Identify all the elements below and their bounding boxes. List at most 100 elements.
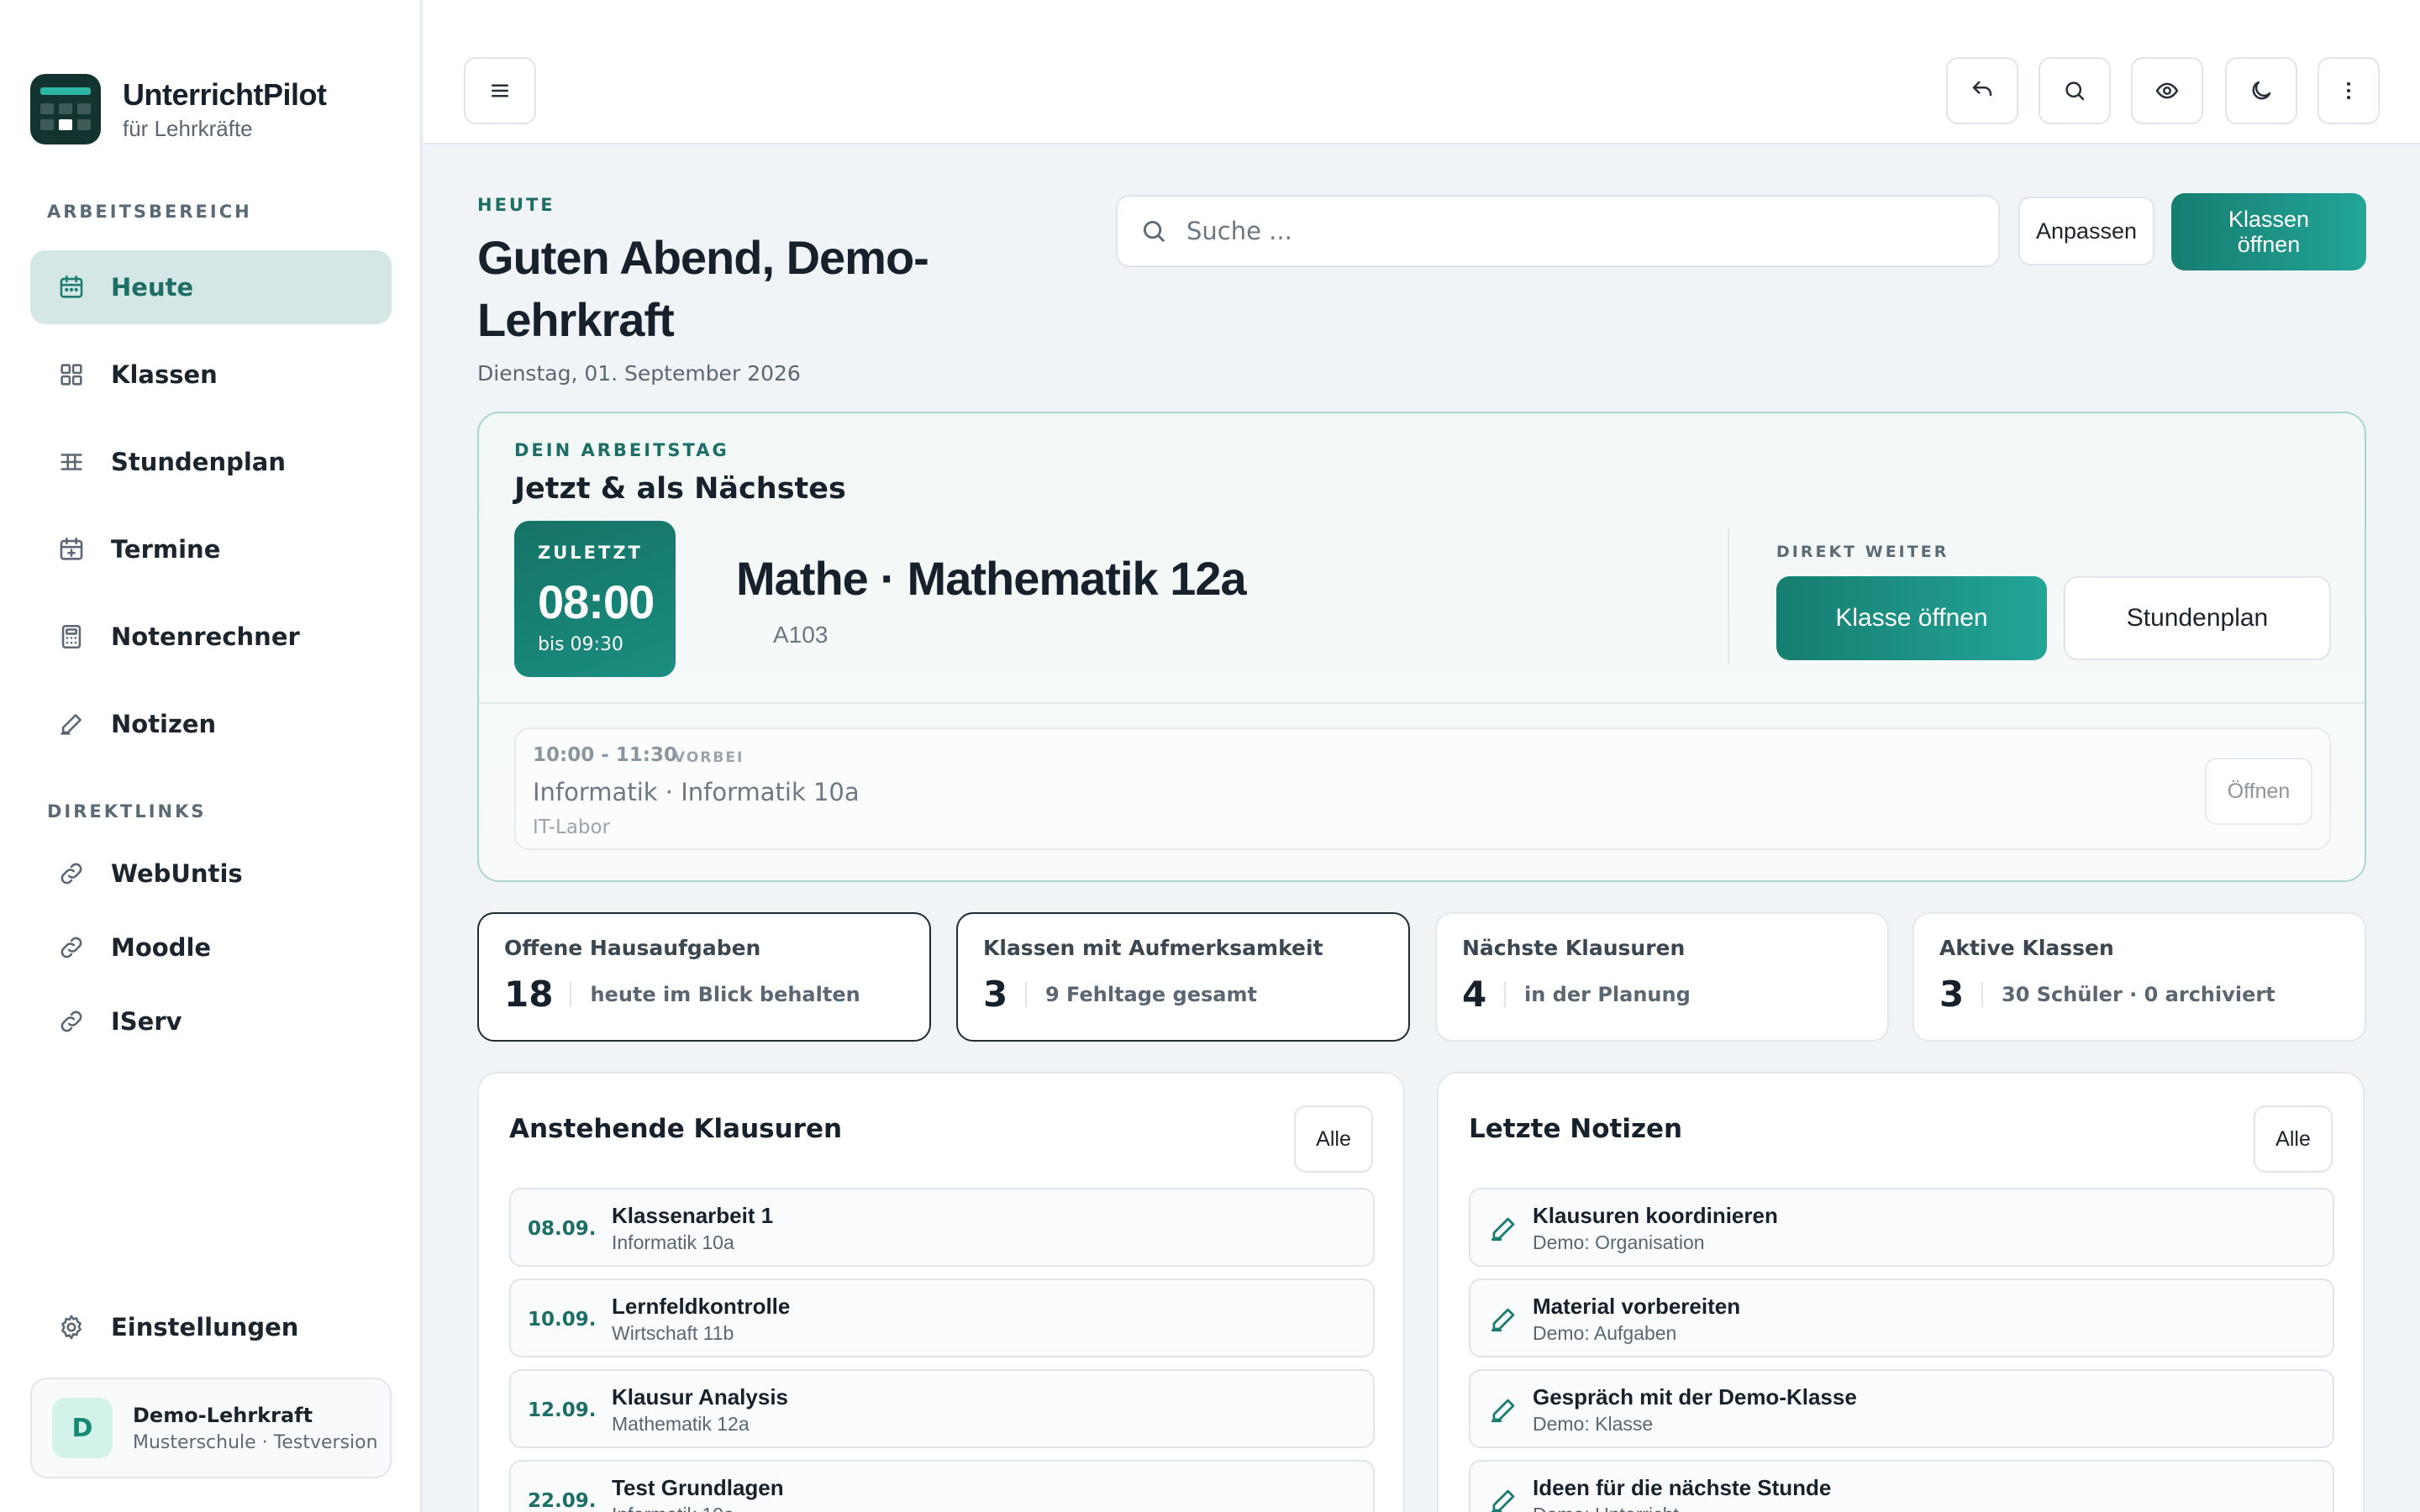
gear-icon	[61, 1315, 82, 1340]
sidebar-link-iserv[interactable]: IServ	[30, 984, 392, 1058]
divider	[1728, 528, 1729, 664]
app-name: UnterrichtPilot	[123, 76, 327, 112]
link-icon	[60, 863, 82, 885]
stat-card-exams[interactable]: Nächste Klausuren 4 in der Planung	[1435, 912, 1889, 1042]
link-icon	[60, 1011, 82, 1032]
theme-toggle-button[interactable]	[2225, 57, 2297, 124]
direct-label: DIREKT WEITER	[1776, 543, 1949, 561]
sidebar-item-label: Notizen	[111, 710, 217, 738]
note-meta: Demo: Unterricht	[1533, 1504, 1679, 1512]
sidebar-link-moodle[interactable]: Moodle	[30, 911, 392, 984]
next-lesson-row[interactable]: 10:00 - 11:30 VORBEI Informatik · Inform…	[514, 727, 2331, 850]
calendar-plus-icon	[60, 537, 83, 560]
stat-card-attention[interactable]: Klassen mit Aufmerksamkeit 3 9 Fehltage g…	[956, 912, 1410, 1042]
note-title: Ideen für die nächste Stunde	[1533, 1475, 1832, 1500]
list-item[interactable]: 12.09. Klausur Analysis Mathematik 12a	[509, 1369, 1375, 1448]
stat-label: Nächste Klausuren	[1462, 936, 1686, 960]
search-button[interactable]	[2039, 57, 2111, 124]
stat-value: 3	[983, 974, 1008, 1015]
exams-panel: Anstehende Klausuren Alle 08.09. Klassen…	[477, 1072, 1405, 1512]
stat-value: 3	[1939, 974, 1965, 1015]
link-icon	[60, 937, 82, 958]
grid-icon	[60, 364, 82, 386]
exam-title: Klausur Analysis	[612, 1384, 789, 1410]
sidebar-item-stundenplan[interactable]: Stundenplan	[30, 425, 392, 499]
exam-date: 22.09.	[528, 1490, 597, 1512]
list-item[interactable]: 10.09. Lernfeldkontrolle Wirtschaft 11b	[509, 1278, 1375, 1357]
stat-label: Klassen mit Aufmerksamkeit	[983, 936, 1323, 960]
more-button[interactable]	[2317, 57, 2380, 124]
sidebar-link-webuntis[interactable]: WebUntis	[30, 837, 392, 911]
status-badge: VORBEI	[674, 749, 744, 766]
stat-label: Aktive Klassen	[1939, 936, 2114, 960]
exam-date: 10.09.	[528, 1309, 597, 1331]
exams-all-button[interactable]: Alle	[1294, 1105, 1373, 1173]
exam-title: Lernfeldkontrolle	[612, 1294, 791, 1319]
brand[interactable]: UnterrichtPilot für Lehrkräfte	[30, 74, 327, 144]
workday-eyebrow: DEIN ARBEITSTAG	[514, 440, 729, 460]
sidebar-link-label: Moodle	[111, 933, 212, 962]
customize-button[interactable]: Anpassen	[2018, 197, 2154, 265]
list-item[interactable]: 08.09. Klassenarbeit 1 Informatik 10a	[509, 1188, 1375, 1267]
list-item[interactable]: Ideen für die nächste Stunde Demo: Unter…	[1469, 1460, 2334, 1512]
calculator-icon	[61, 624, 82, 649]
current-lesson-start: 08:00	[538, 575, 655, 628]
user-card[interactable]: D Demo-Lehrkraft Musterschule · Testvers…	[30, 1378, 392, 1478]
note-meta: Demo: Klasse	[1533, 1413, 1654, 1435]
stat-label: Offene Hausaufgaben	[504, 936, 761, 960]
sidebar-link-label: IServ	[111, 1007, 182, 1036]
current-lesson-tag: ZULETZT	[538, 543, 643, 563]
timetable-button[interactable]: Stundenplan	[2064, 576, 2331, 660]
page-title: Guten Abend, Demo-Lehrkraft	[477, 231, 929, 346]
stat-card-homework[interactable]: Offene Hausaufgaben 18 heute im Blick beh…	[477, 912, 931, 1042]
greeting-block: HEUTE Guten Abend, Demo-Lehrkraft Dienst…	[477, 195, 998, 386]
note-title: Gespräch mit der Demo-Klasse	[1533, 1384, 1857, 1410]
menu-button[interactable]	[464, 57, 536, 124]
user-name: Demo-Lehrkraft	[133, 1403, 313, 1427]
current-lesson-time: ZULETZT 08:00 bis 09:30	[514, 521, 676, 677]
undo-icon	[1972, 81, 1992, 97]
preview-button[interactable]	[2131, 57, 2203, 124]
panel-title: Anstehende Klausuren	[509, 1114, 843, 1144]
sidebar-item-notenrechner[interactable]: Notenrechner	[30, 600, 392, 674]
next-lesson-room: IT-Labor	[533, 816, 611, 838]
user-org: Musterschule · Testversion	[133, 1431, 378, 1453]
current-lesson-end: bis 09:30	[538, 634, 623, 655]
sidebar-item-heute[interactable]: Heute	[30, 250, 392, 324]
pencil-icon	[1491, 1308, 1515, 1332]
list-item[interactable]: Klausuren koordinieren Demo: Organisatio…	[1469, 1188, 2334, 1267]
sidebar-item-notizen[interactable]: Notizen	[30, 687, 392, 761]
open-classes-button[interactable]: Klassen öffnen	[2171, 193, 2366, 270]
sidebar-item-einstellungen[interactable]: Einstellungen	[30, 1290, 392, 1364]
search-field[interactable]	[1116, 195, 2000, 267]
pencil-icon	[1491, 1217, 1515, 1242]
list-item[interactable]: Gespräch mit der Demo-Klasse Demo: Klass…	[1469, 1369, 2334, 1448]
stat-note: in der Planung	[1524, 982, 1691, 1006]
page-eyebrow: HEUTE	[477, 195, 555, 215]
note-title: Material vorbereiten	[1533, 1294, 1741, 1319]
list-item[interactable]: Material vorbereiten Demo: Aufgaben	[1469, 1278, 2334, 1357]
stat-card-active-classes[interactable]: Aktive Klassen 3 30 Schüler · 0 archivier…	[1912, 912, 2366, 1042]
next-lesson-time: 10:00 - 11:30	[533, 744, 677, 766]
sidebar-item-klassen[interactable]: Klassen	[30, 338, 392, 412]
avatar: D	[52, 1398, 113, 1458]
undo-button[interactable]	[1946, 57, 2018, 124]
pencil-icon	[60, 714, 82, 735]
divider	[479, 702, 2365, 704]
exam-class: Informatik 10a	[612, 1231, 734, 1253]
sidebar-item-termine[interactable]: Termine	[30, 512, 392, 586]
table-icon	[60, 454, 82, 470]
panel-title: Letzte Notizen	[1469, 1114, 1683, 1144]
list-item[interactable]: 22.09. Test Grundlagen Informatik 10a	[509, 1460, 1375, 1512]
pencil-icon	[1491, 1399, 1515, 1423]
open-class-button[interactable]: Klasse öffnen	[1776, 576, 2047, 660]
notes-all-button[interactable]: Alle	[2254, 1105, 2333, 1173]
open-next-lesson-button[interactable]: Öffnen	[2205, 758, 2312, 825]
stat-note: heute im Blick behalten	[590, 982, 860, 1006]
search-input[interactable]	[1186, 217, 1943, 245]
app-logo-icon	[30, 74, 101, 144]
search-icon	[1143, 220, 1165, 242]
workday-panel: DEIN ARBEITSTAG Jetzt & als Nächstes ZUL…	[477, 412, 2366, 882]
workday-title: Jetzt & als Nächstes	[514, 472, 846, 506]
sidebar-item-label: Stundenplan	[111, 448, 287, 476]
